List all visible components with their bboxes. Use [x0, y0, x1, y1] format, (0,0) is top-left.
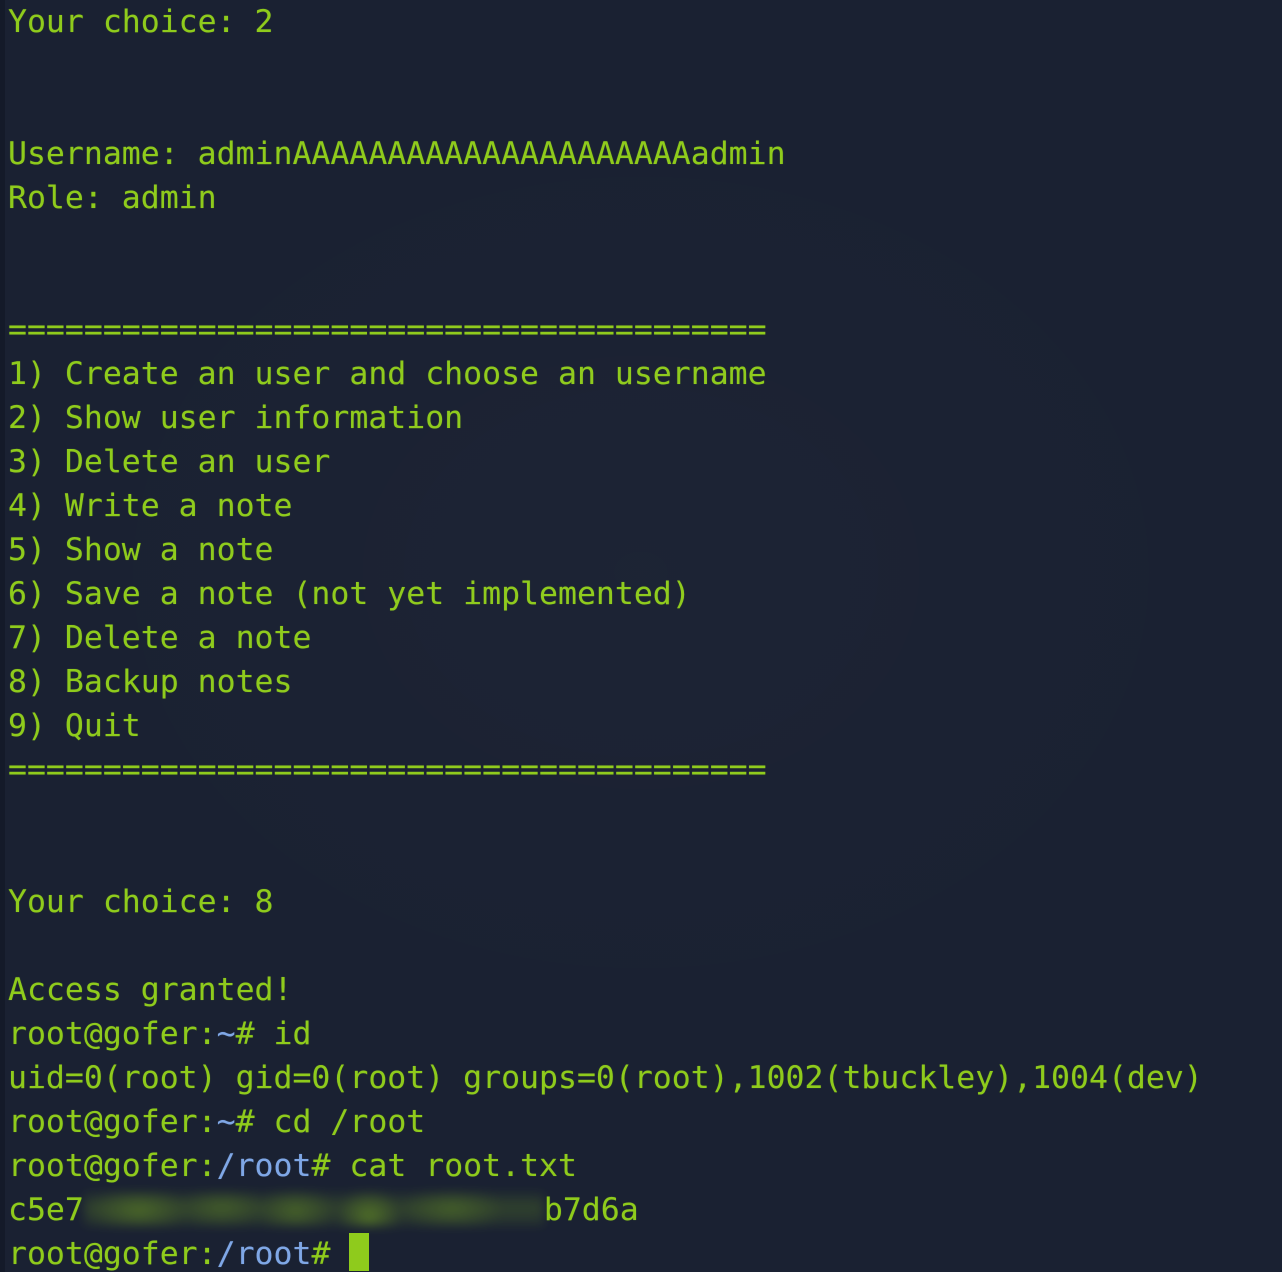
command-cat: cat root.txt	[349, 1148, 577, 1184]
prompt-path-home: ~	[216, 1104, 236, 1140]
flag-redaction-blur	[83, 1192, 544, 1226]
line-access-granted: Access granted!	[8, 972, 293, 1008]
line-username: Username: adminAAAAAAAAAAAAAAAAAAAAAadmi…	[8, 136, 786, 172]
prompt-path-home: ~	[216, 1016, 236, 1052]
line-flag-redacted: c5e7 b7d6a	[0, 1188, 1282, 1232]
menu-item-1[interactable]: 1) Create an user and choose an username	[0, 352, 1282, 396]
prompt-line-id: root@gofer:~# id	[0, 1012, 1282, 1056]
menu-separator-top: ========================================	[8, 312, 767, 348]
line-blank	[0, 220, 1282, 264]
terminal-cursor[interactable]	[349, 1233, 370, 1271]
line-your-choice-2: Your choice: 2	[8, 4, 274, 40]
line-blank	[0, 792, 1282, 836]
line-blank	[0, 836, 1282, 880]
command-cd: cd /root	[273, 1104, 426, 1140]
prompt-line-cat: root@gofer:/root# cat root.txt	[0, 1144, 1282, 1188]
line-role: Role: admin	[8, 180, 217, 216]
line-id-output: uid=0(root) gid=0(root) groups=0(root),1…	[8, 1060, 1203, 1096]
prompt-path-root: /root	[216, 1148, 312, 1184]
menu-item-8[interactable]: 8) Backup notes	[0, 660, 1282, 704]
menu-item-4[interactable]: 4) Write a note	[0, 484, 1282, 528]
terminal-window[interactable]: Your choice: 2 Username: adminAAAAAAAAAA…	[0, 0, 1282, 1272]
prompt-symbol: #	[311, 1236, 350, 1272]
line-your-choice-8: Your choice: 8	[8, 884, 274, 920]
prompt-symbol: #	[235, 1016, 274, 1052]
prompt-symbol: #	[235, 1104, 274, 1140]
menu-item-6[interactable]: 6) Save a note (not yet implemented)	[0, 572, 1282, 616]
line-blank	[0, 924, 1282, 968]
prompt-line-current[interactable]: root@gofer:/root#	[0, 1232, 1282, 1272]
terminal-output: Your choice: 2 Username: adminAAAAAAAAAA…	[0, 0, 1282, 1272]
menu-item-7[interactable]: 7) Delete a note	[0, 616, 1282, 660]
menu-item-3[interactable]: 3) Delete an user	[0, 440, 1282, 484]
flag-prefix: c5e7	[8, 1192, 84, 1228]
menu-item-9[interactable]: 9) Quit	[0, 704, 1282, 748]
line-blank	[0, 44, 1282, 88]
line-blank	[0, 264, 1282, 308]
menu-item-2[interactable]: 2) Show user information	[0, 396, 1282, 440]
line-blank	[0, 88, 1282, 132]
prompt-line-cd: root@gofer:~# cd /root	[0, 1100, 1282, 1144]
command-id: id	[273, 1016, 312, 1052]
prompt-user-host: root@gofer:	[8, 1104, 217, 1140]
menu-separator-bottom: ========================================	[8, 752, 767, 788]
menu-item-5[interactable]: 5) Show a note	[0, 528, 1282, 572]
prompt-user-host: root@gofer:	[8, 1148, 217, 1184]
prompt-user-host: root@gofer:	[8, 1016, 217, 1052]
prompt-user-host: root@gofer:	[8, 1236, 217, 1272]
prompt-path-root: /root	[216, 1236, 312, 1272]
flag-suffix: b7d6a	[543, 1192, 639, 1228]
prompt-symbol: #	[311, 1148, 350, 1184]
